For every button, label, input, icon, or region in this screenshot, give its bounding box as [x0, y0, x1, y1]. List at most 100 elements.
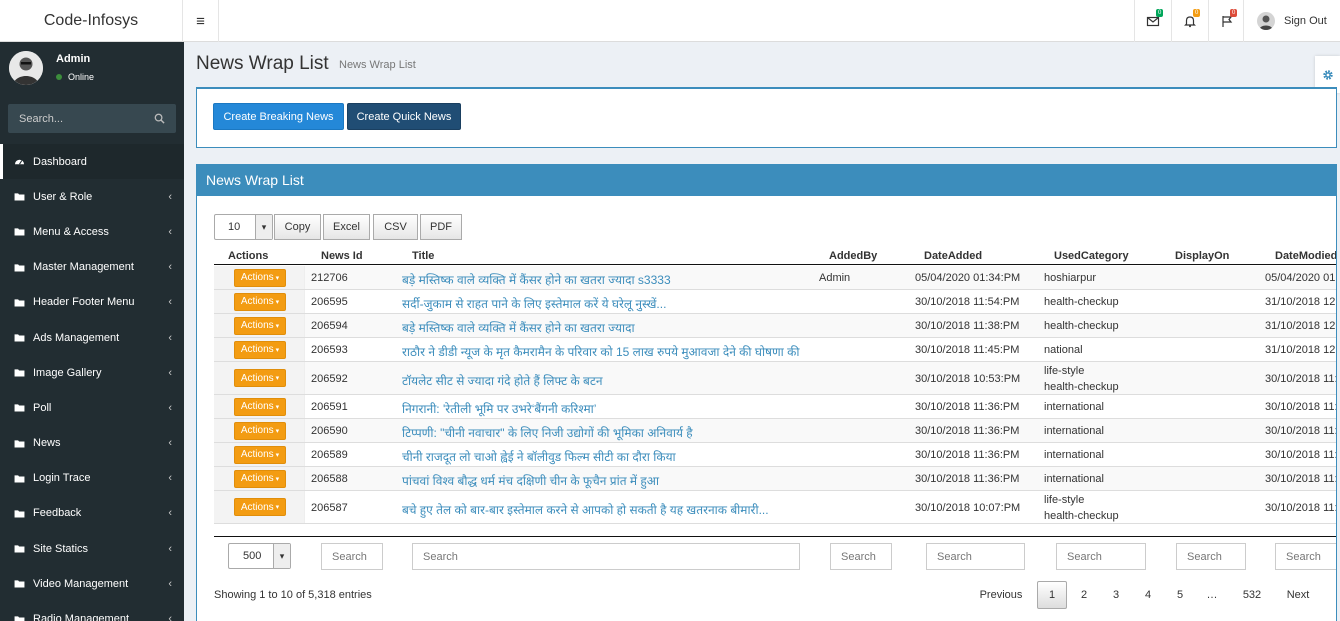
sidebar-item-site-statics[interactable]: Site Statics ‹	[0, 531, 184, 566]
col-title[interactable]: Title	[412, 250, 434, 262]
pagination-page-1[interactable]: 1	[1037, 581, 1067, 609]
actions-label: Actions	[240, 401, 274, 412]
copy-button[interactable]: Copy	[274, 214, 321, 240]
date-added-cell: 05/04/2020 01:34:PM	[915, 272, 1021, 284]
search-icon[interactable]	[154, 113, 165, 124]
excel-button[interactable]: Excel	[323, 214, 370, 240]
sidebar-item-news[interactable]: News ‹	[0, 426, 184, 461]
news-title-link[interactable]: टिप्पणी: "चीनी नवाचार" के लिए निजी उद्यो…	[402, 424, 693, 441]
sidebar-item-header-footer-menu[interactable]: Header Footer Menu ‹	[0, 285, 184, 320]
flags-badge: 0	[1230, 9, 1238, 17]
chevron-left-icon: ‹	[168, 542, 172, 555]
filter-added-by-input[interactable]: Search	[830, 543, 892, 570]
sidebar-item-login-trace[interactable]: Login Trace ‹	[0, 461, 184, 496]
sidebar-item-ads-management[interactable]: Ads Management ‹	[0, 320, 184, 355]
sidebar-item-video-management[interactable]: Video Management ‹	[0, 566, 184, 601]
csv-button[interactable]: CSV	[373, 214, 418, 240]
col-date-modified[interactable]: DateModied	[1275, 250, 1336, 262]
news-title-link[interactable]: बड़े मस्तिष्क वाले व्यक्ति में कैंसर होन…	[402, 319, 635, 336]
actions-label: Actions	[240, 372, 274, 384]
sidebar-item-label: Poll	[33, 401, 52, 414]
sidebar-item-image-gallery[interactable]: Image Gallery ‹	[0, 355, 184, 390]
news-title-link[interactable]: सर्दी-जुकाम से राहत पाने के लिए इस्तेमाल…	[402, 295, 666, 312]
flags-button[interactable]: 0	[1208, 0, 1244, 42]
caret-down-icon: ▾	[275, 403, 280, 411]
pagination-previous[interactable]: Previous	[973, 581, 1029, 609]
actions-label: Actions	[240, 425, 274, 436]
col-added-by[interactable]: AddedBy	[829, 250, 877, 262]
pdf-button[interactable]: PDF	[420, 214, 462, 240]
col-date-added[interactable]: DateAdded	[924, 250, 982, 262]
sign-out-button[interactable]: Sign Out	[1243, 0, 1340, 42]
sidebar-item-menu-access[interactable]: Menu & Access ‹	[0, 214, 184, 249]
chevron-left-icon: ‹	[168, 577, 172, 590]
news-title-link[interactable]: पांचवां विश्व बौद्ध धर्म मंच दक्षिणी चीन…	[402, 472, 659, 489]
filter-date-modified-input[interactable]: Search	[1275, 543, 1336, 570]
actions-dropdown-button[interactable]: Actions ▾	[234, 292, 286, 311]
category-cell: international	[1044, 473, 1104, 485]
create-quick-news-button[interactable]: Create Quick News	[347, 103, 461, 130]
news-title-link[interactable]: चीनी राजदूत लो चाओ ह्वेई ने बॉलीवुड फिल्…	[402, 448, 676, 465]
table-row: Actions ▾ 206588 पांचवां विश्व बौद्ध धर्म म…	[214, 467, 1336, 491]
actions-dropdown-button[interactable]: Actions ▾	[234, 445, 286, 464]
app-logo[interactable]: Code-Infosys	[0, 0, 183, 42]
filter-news-id-input[interactable]: Search	[321, 543, 383, 570]
create-breaking-news-button[interactable]: Create Breaking News	[213, 103, 344, 130]
news-title-link[interactable]: राठौर ने डीडी न्यूज के मृत कैमरामैन के प…	[402, 343, 799, 360]
messages-button[interactable]: 0	[1134, 0, 1171, 42]
pagination-next[interactable]: Next	[1277, 581, 1319, 609]
caret-down-icon: ▾	[275, 427, 280, 435]
actions-cell: Actions ▾	[214, 467, 305, 490]
col-used-category[interactable]: UsedCategory	[1054, 250, 1129, 262]
pagination-page-532[interactable]: 532	[1233, 581, 1271, 609]
sidebar-item-feedback[interactable]: Feedback ‹	[0, 496, 184, 531]
user-avatar-icon	[9, 51, 43, 85]
actions-dropdown-button[interactable]: Actions ▾	[234, 316, 286, 335]
footer-length-select[interactable]: 500 ▾	[228, 543, 291, 569]
actions-dropdown-button[interactable]: Actions ▾	[234, 498, 286, 516]
category-cell: health-checkup	[1044, 381, 1119, 393]
date-modified-cell: 31/10/2018 12:	[1265, 344, 1337, 356]
sidebar-item-dashboard[interactable]: Dashboard	[0, 144, 184, 180]
actions-dropdown-button[interactable]: Actions ▾	[234, 340, 286, 359]
actions-dropdown-button[interactable]: Actions ▾	[234, 469, 286, 488]
footer-length-value: 500	[243, 550, 262, 562]
pagination-page-4[interactable]: 4	[1133, 581, 1163, 609]
actions-label: Actions	[240, 473, 274, 484]
filter-date-added-input[interactable]: Search	[926, 543, 1025, 570]
sidebar-search-input[interactable]: Search...	[8, 104, 176, 133]
category-cell: national	[1044, 344, 1083, 356]
sidebar-item-poll[interactable]: Poll ‹	[0, 390, 184, 425]
news-title-link[interactable]: टॉयलेट सीट से ज्यादा गंदे होते हैं लिफ्ट…	[402, 372, 603, 389]
col-display-on[interactable]: DisplayOn	[1175, 250, 1229, 262]
news-title-link[interactable]: बड़े मस्तिष्क वाले व्यक्ति में कैंसर होन…	[402, 271, 671, 288]
actions-dropdown-button[interactable]: Actions ▾	[234, 397, 286, 416]
pagination-page-5[interactable]: 5	[1165, 581, 1195, 609]
filter-display-on-input[interactable]: Search	[1176, 543, 1246, 570]
pagination-page-2[interactable]: 2	[1069, 581, 1099, 609]
filter-title-input[interactable]: Search	[412, 543, 800, 570]
news-title-link[interactable]: निगरानी: 'रेतीली भूमि पर उभरे‘बैंगनी करि…	[402, 400, 596, 417]
filter-category-input[interactable]: Search	[1056, 543, 1146, 570]
date-added-cell: 30/10/2018 11:36:PM	[915, 449, 1020, 461]
sidebar: Admin Online Search... Dashboard User & R…	[0, 42, 184, 621]
actions-dropdown-button[interactable]: Actions ▾	[234, 421, 286, 440]
sidebar-item-label: Master Management	[33, 261, 134, 274]
col-actions[interactable]: Actions	[228, 250, 268, 262]
chevron-left-icon: ‹	[168, 331, 172, 344]
chevron-left-icon: ‹	[168, 472, 172, 485]
news-title-link[interactable]: बचे हुए तेल को बार-बार इस्तेमाल करने से …	[402, 501, 769, 518]
page-length-select[interactable]: 10 ▾	[214, 214, 273, 240]
date-added-cell: 30/10/2018 11:36:PM	[915, 473, 1020, 485]
col-news-id[interactable]: News Id	[321, 250, 363, 262]
sidebar-item-user-role[interactable]: User & Role ‹	[0, 179, 184, 214]
sidebar-item-radio-management[interactable]: Radio Management ‹	[0, 601, 184, 621]
sidebar-item-master-management[interactable]: Master Management ‹	[0, 250, 184, 285]
notifications-button[interactable]: 0	[1171, 0, 1208, 42]
actions-dropdown-button[interactable]: Actions ▾	[234, 369, 286, 387]
table-row: Actions ▾ 206593 राठौर ने डीडी न्यूज के मृत…	[214, 338, 1337, 362]
actions-dropdown-button[interactable]: Actions ▾	[234, 268, 286, 287]
sidebar-toggle-button[interactable]: ≡	[183, 0, 219, 42]
gear-icon	[1322, 69, 1333, 80]
pagination-page-3[interactable]: 3	[1101, 581, 1131, 609]
